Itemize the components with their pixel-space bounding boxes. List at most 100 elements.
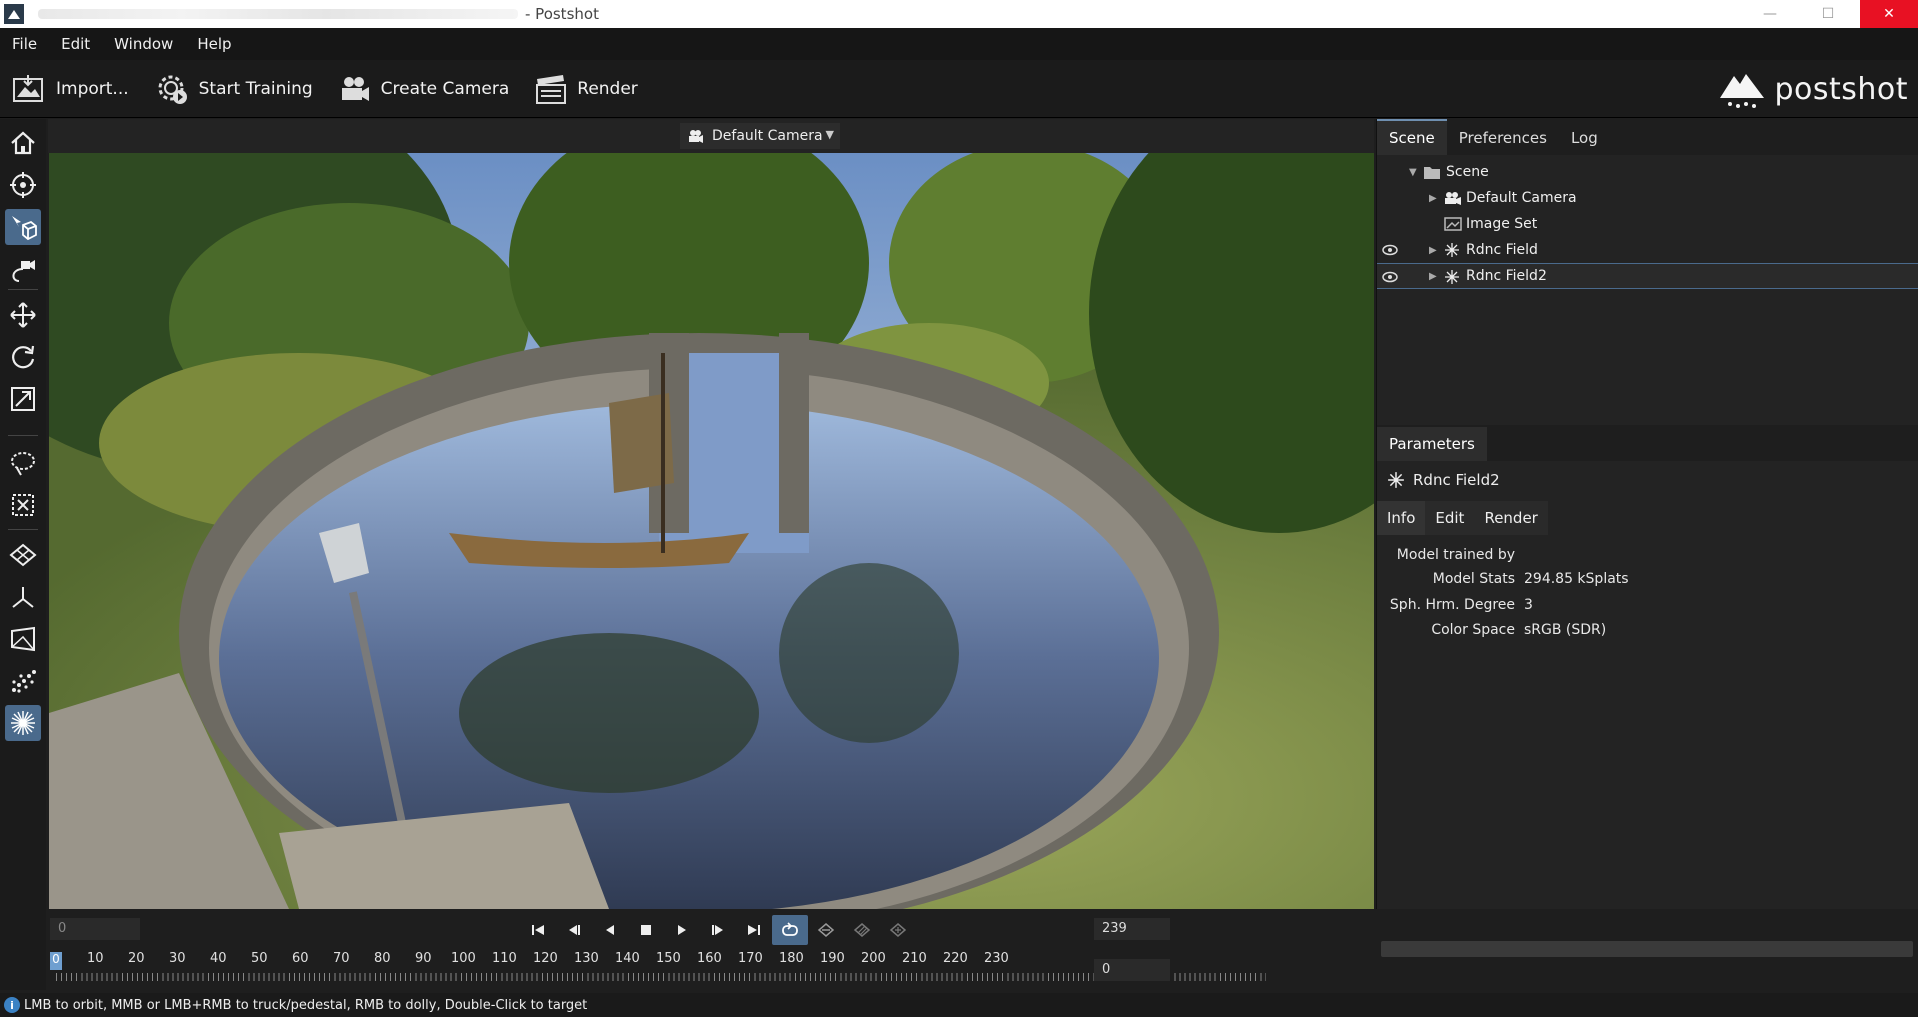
scale-tool[interactable] [5,381,41,417]
tab-scene[interactable]: Scene [1377,119,1447,155]
lasso-select-tool[interactable] [5,445,41,481]
axes-tool[interactable] [5,579,41,615]
tab-preferences[interactable]: Preferences [1447,121,1559,155]
subtab-info[interactable]: Info [1377,501,1426,535]
parameter-subtabs: Info Edit Render [1377,501,1548,535]
tree-item-default-camera[interactable]: ▶ Default Camera [1377,185,1918,211]
tree-label: Default Camera [1466,190,1577,206]
status-bar: i LMB to orbit, MMB or LMB+RMB to truck/… [0,993,1918,1017]
keyframe-button[interactable] [880,915,916,945]
tick-label: 30 [169,951,186,966]
expand-arrow-icon[interactable]: ▶ [1429,271,1437,282]
stop-icon [641,925,651,935]
tick-label: 40 [210,951,227,966]
field-key: Model Stats [1432,571,1515,587]
render-button[interactable]: Render [535,73,638,105]
tree-item-image-set[interactable]: Image Set [1377,211,1918,237]
visibility-eye-icon[interactable] [1381,270,1399,284]
parameters-header: Parameters [1377,425,1918,461]
target-tool[interactable] [5,167,41,203]
step-back-icon [569,925,580,935]
tool-separator [8,529,38,530]
rotate-tool[interactable] [5,339,41,375]
end-frame-field[interactable]: 239 [1094,918,1170,940]
radiance-field-tool[interactable] [5,705,41,741]
step-back-button[interactable] [556,915,592,945]
3d-viewport[interactable] [49,153,1374,909]
tick-label: 190 [820,951,845,966]
playhead[interactable]: 0 [50,952,62,970]
skip-to-end-button[interactable] [736,915,772,945]
frustum-icon [11,626,35,652]
stop-button[interactable] [628,915,664,945]
close-button[interactable]: ✕ [1860,0,1918,28]
tree-item-rdnc-field2[interactable]: ▶ Rdnc Field2 [1377,263,1918,289]
start-training-label: Start Training [198,78,313,99]
tick-label: 110 [492,951,517,966]
step-forward-button[interactable] [700,915,736,945]
tree-label: Image Set [1466,216,1538,232]
subtab-render[interactable]: Render [1474,501,1548,535]
right-bottom-area [1376,909,1918,989]
create-camera-button[interactable]: Create Camera [339,74,509,104]
orbit-select-tool[interactable] [5,209,41,245]
field-value: sRGB (SDR) [1524,622,1607,638]
tool-separator [8,289,38,290]
subtab-edit[interactable]: Edit [1425,501,1475,535]
import-button[interactable]: Import... [12,73,129,105]
ruler-ticks [56,973,1266,981]
folder-icon [1424,167,1440,179]
expand-arrow-icon[interactable]: ▶ [1429,193,1437,204]
camera-selector[interactable]: Default Camera ▼ [680,123,840,149]
grid-plane-tool[interactable] [5,537,41,573]
tick-label: 70 [333,951,350,966]
menu-edit[interactable]: Edit [49,35,102,53]
play-reverse-button[interactable] [592,915,628,945]
move-tool[interactable] [5,297,41,333]
field-key: Color Space [1431,622,1515,638]
camera-frustum-tool[interactable] [5,621,41,657]
expand-arrow-icon[interactable]: ▶ [1429,245,1437,256]
field-key: Model trained by [1396,547,1515,563]
tick-label: 170 [738,951,763,966]
menu-help[interactable]: Help [185,35,243,53]
tree-item-scene[interactable]: ▼ Scene [1377,159,1918,185]
tree-item-rdnc-field[interactable]: ▶ Rdnc Field [1377,237,1918,263]
tab-parameters[interactable]: Parameters [1377,427,1487,461]
skip-to-start-button[interactable] [520,915,556,945]
camera-icon [341,76,369,101]
fly-camera-icon [12,260,35,282]
axes-icon [12,587,34,608]
menu-bar: File Edit Window Help [0,28,1918,60]
box-select-tool[interactable] [5,487,41,523]
timeline-ruler[interactable]: 0 10 20 30 40 50 60 70 80 90 100 110 120… [48,951,1270,981]
current-frame-field[interactable]: 0 [1094,959,1170,981]
tick-label: 140 [615,951,640,966]
loop-toggle-button[interactable] [772,915,808,945]
tick-label: 200 [861,951,886,966]
splat-star-icon [1445,243,1459,257]
window-title: - Postshot [525,5,599,23]
menu-window[interactable]: Window [102,35,185,53]
cube-pointer-icon [12,216,37,241]
tree-label: Rdnc Field2 [1466,268,1547,284]
expand-arrow-icon[interactable]: ▼ [1409,167,1417,178]
maximize-button[interactable]: ☐ [1799,0,1857,28]
chevron-down-icon: ▼ [825,128,834,141]
start-frame-field[interactable]: 0 [50,918,140,940]
minimize-button[interactable]: — [1741,0,1799,28]
move-arrows-icon [10,302,36,328]
start-training-button[interactable]: Start Training [155,72,313,106]
home-tool[interactable] [5,125,41,161]
menu-file[interactable]: File [0,35,49,53]
interpolation-button[interactable] [808,915,844,945]
play-button[interactable] [664,915,700,945]
points-tool[interactable] [5,663,41,699]
path-button[interactable] [844,915,880,945]
training-gear-icon [158,75,187,104]
fly-tool[interactable] [5,251,41,287]
home-icon [11,131,35,155]
tab-log[interactable]: Log [1559,121,1610,155]
visibility-eye-icon[interactable] [1381,243,1399,257]
field-key: Sph. Hrm. Degree [1389,597,1515,613]
